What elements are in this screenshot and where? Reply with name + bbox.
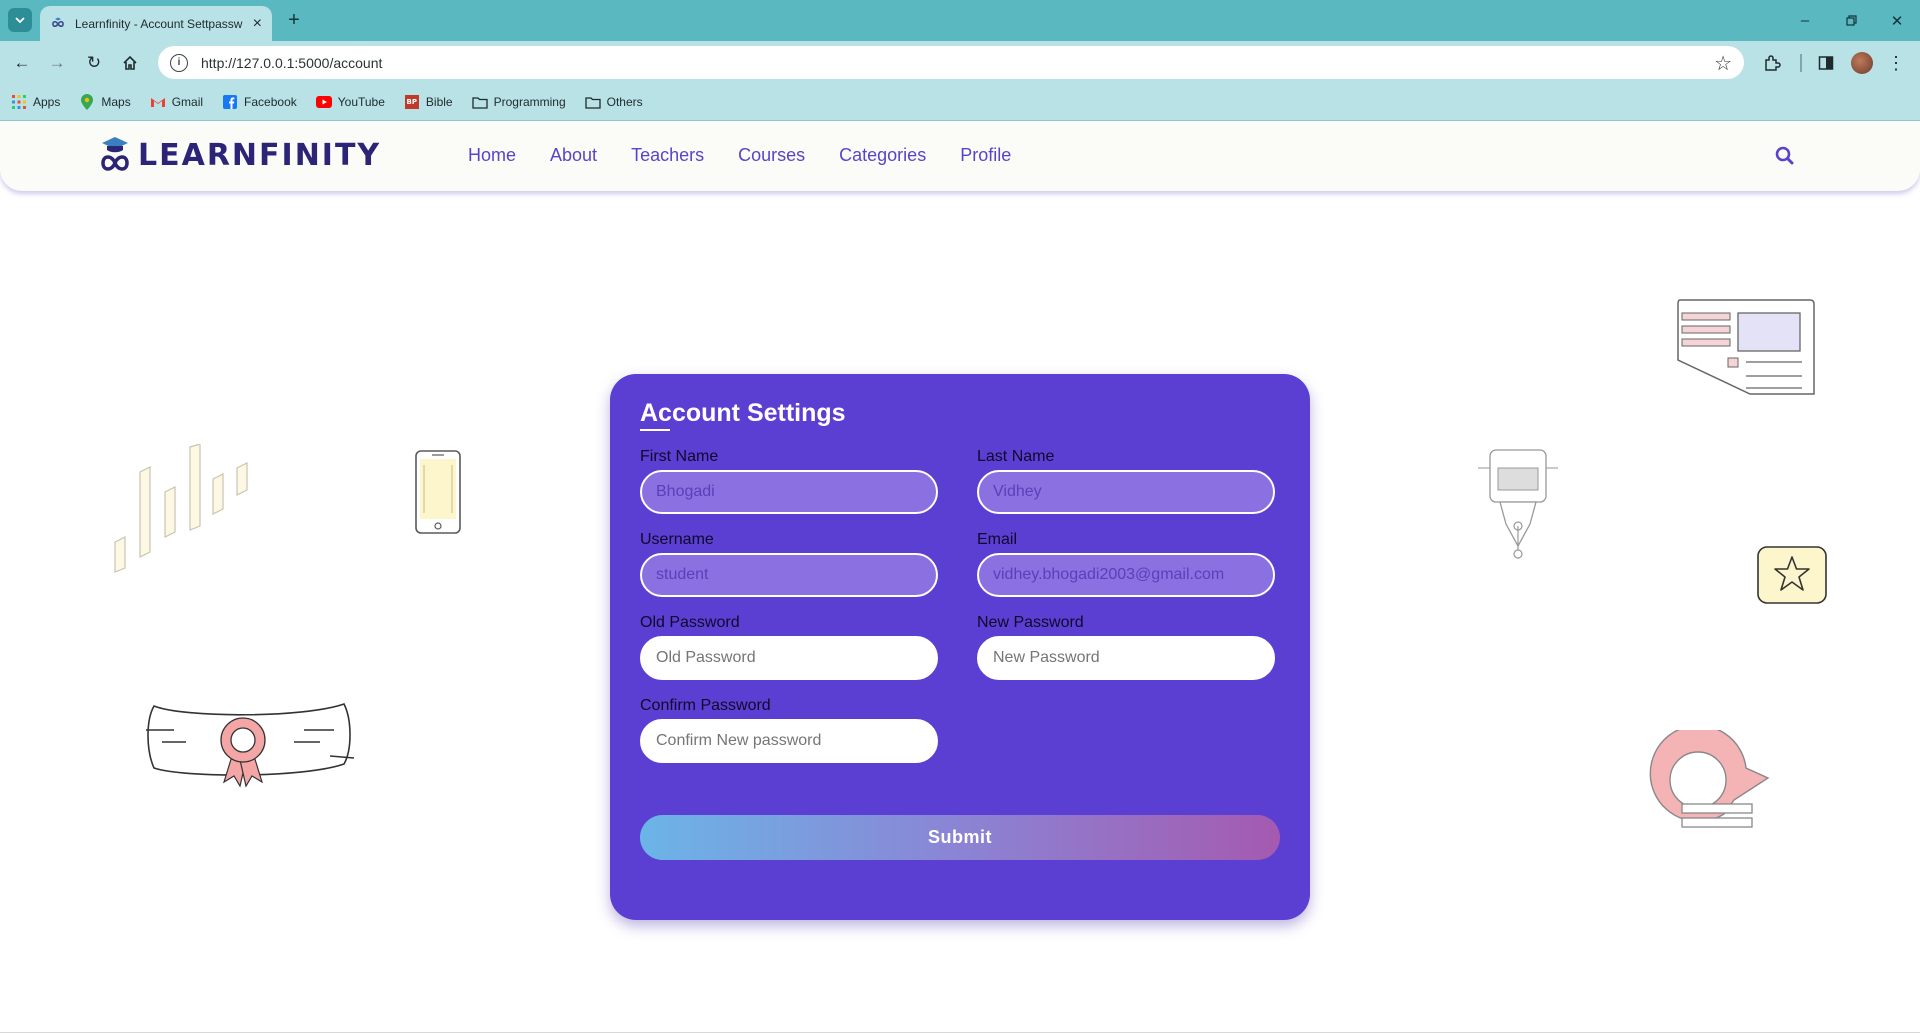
toolbar-divider bbox=[1800, 54, 1802, 72]
old-password-group: Old Password Old Password bbox=[640, 614, 938, 680]
email-field[interactable]: vidhey.bhogadi2003@gmail.com bbox=[977, 553, 1275, 597]
submit-button[interactable]: Submit bbox=[640, 815, 1280, 860]
new-tab-button[interactable]: + bbox=[282, 8, 306, 32]
last-name-field[interactable]: Vidhey bbox=[977, 470, 1275, 514]
first-name-group: First Name Bhogadi bbox=[640, 448, 938, 514]
new-password-group: New Password New Password bbox=[977, 614, 1275, 680]
last-name-group: Last Name Vidhey bbox=[977, 448, 1275, 514]
bookmark-label: Maps bbox=[101, 95, 131, 109]
first-name-field[interactable]: Bhogadi bbox=[640, 470, 938, 514]
maps-pin-icon bbox=[79, 94, 95, 110]
bookmark-label: Programming bbox=[493, 95, 566, 109]
nav-categories[interactable]: Categories bbox=[839, 145, 926, 166]
site-info-icon[interactable]: i bbox=[170, 53, 188, 72]
restore-button[interactable] bbox=[1828, 0, 1874, 41]
first-name-label: First Name bbox=[640, 448, 719, 465]
restore-icon bbox=[1845, 15, 1857, 26]
confirm-password-input[interactable]: Confirm New password bbox=[640, 719, 938, 763]
reload-icon[interactable]: ↻ bbox=[82, 51, 106, 75]
speech-bubble-illustration-icon bbox=[1649, 730, 1770, 828]
tab-title: Learnfinity - Account Settpassw bbox=[75, 16, 243, 31]
diploma-scroll-illustration-icon bbox=[146, 703, 355, 788]
bookmark-gmail[interactable]: Gmail bbox=[150, 94, 203, 110]
bookmark-facebook[interactable]: Facebook bbox=[222, 94, 297, 110]
learnfinity-favicon-icon bbox=[52, 17, 64, 27]
new-password-input[interactable]: New Password bbox=[977, 636, 1275, 680]
username-label: Username bbox=[640, 531, 714, 548]
bookmark-label: Facebook bbox=[244, 95, 297, 109]
search-icon bbox=[1775, 146, 1794, 165]
bookmark-label: Others bbox=[606, 95, 643, 109]
bookmark-star-icon[interactable]: ☆ bbox=[1714, 51, 1732, 76]
svg-text:BP: BP bbox=[406, 98, 416, 106]
profile-photo bbox=[1851, 52, 1873, 74]
fountain-pen-illustration-icon bbox=[1478, 449, 1558, 559]
chevron-down-icon bbox=[15, 17, 25, 24]
logo-text: LEARNFINITY bbox=[138, 137, 382, 173]
confirm-password-group: Confirm Password Confirm New password bbox=[640, 697, 938, 763]
browser-tab-bar: Learnfinity - Account Settpassw × + – ✕ bbox=[0, 0, 1920, 41]
tab-search-button[interactable] bbox=[8, 8, 32, 32]
nav-home[interactable]: Home bbox=[468, 145, 516, 166]
nav-about[interactable]: About bbox=[550, 145, 597, 166]
title-underline bbox=[640, 429, 670, 431]
username-field[interactable]: student bbox=[640, 553, 938, 597]
old-password-label: Old Password bbox=[640, 614, 740, 631]
site-header: LEARNFINITY Home About Teachers Courses … bbox=[0, 121, 1920, 191]
window-controls: – ✕ bbox=[1782, 0, 1920, 41]
bookmark-apps[interactable]: Apps bbox=[11, 94, 60, 110]
bible-icon: BP bbox=[404, 94, 420, 110]
browser-tab-active[interactable]: Learnfinity - Account Settpassw × bbox=[40, 6, 272, 41]
search-button[interactable] bbox=[1772, 143, 1798, 169]
old-password-input[interactable]: Old Password bbox=[640, 636, 938, 680]
folder-icon bbox=[584, 94, 601, 110]
close-window-button[interactable]: ✕ bbox=[1874, 0, 1920, 41]
facebook-icon bbox=[222, 94, 238, 110]
certificate-document-illustration-icon bbox=[1677, 299, 1815, 395]
url-text: http://127.0.0.1:5000/account bbox=[201, 54, 383, 71]
main-nav: Home About Teachers Courses Categories P… bbox=[468, 145, 1045, 166]
bookmark-bible[interactable]: BP Bible bbox=[404, 94, 453, 110]
apps-grid-icon bbox=[11, 94, 27, 110]
account-settings-card: Account Settings First Name Bhogadi Last… bbox=[610, 374, 1310, 920]
smartphone-illustration-icon bbox=[415, 450, 461, 534]
back-arrow-icon[interactable]: ← bbox=[10, 51, 34, 75]
folder-icon bbox=[471, 94, 488, 110]
side-panel-icon[interactable] bbox=[1814, 51, 1838, 75]
bookmark-label: YouTube bbox=[337, 95, 385, 109]
bookmark-label: Apps bbox=[33, 95, 61, 109]
email-label: Email bbox=[977, 531, 1018, 548]
bookmark-label: Bible bbox=[425, 95, 453, 109]
new-password-label: New Password bbox=[977, 614, 1084, 631]
home-icon[interactable] bbox=[118, 51, 142, 75]
username-group: Username student bbox=[640, 531, 938, 597]
bookmark-folder-others[interactable]: Others bbox=[584, 94, 643, 110]
logo-infinity-cap-icon bbox=[101, 137, 129, 171]
email-group: Email vidhey.bhogadi2003@gmail.com bbox=[977, 531, 1275, 597]
page-title: Account Settings bbox=[640, 399, 846, 427]
gmail-icon bbox=[150, 94, 166, 110]
bookmarks-bar: Apps Maps Gmail Facebook YouTube BP Bibl… bbox=[0, 84, 1920, 121]
star-badge-illustration-icon bbox=[1757, 546, 1827, 604]
youtube-icon bbox=[315, 94, 332, 110]
bookmark-folder-programming[interactable]: Programming bbox=[471, 94, 566, 110]
nav-profile[interactable]: Profile bbox=[960, 145, 1011, 166]
address-bar[interactable]: i http://127.0.0.1:5000/account ☆ bbox=[158, 46, 1744, 79]
minimize-button[interactable]: – bbox=[1782, 0, 1828, 41]
last-name-label: Last Name bbox=[977, 448, 1055, 465]
site-logo[interactable]: LEARNFINITY bbox=[98, 133, 381, 177]
tab-close-icon[interactable]: × bbox=[253, 15, 262, 32]
forward-arrow-icon[interactable]: → bbox=[45, 51, 69, 75]
bookmark-label: Gmail bbox=[171, 95, 204, 109]
nav-teachers[interactable]: Teachers bbox=[631, 145, 704, 166]
nav-courses[interactable]: Courses bbox=[738, 145, 805, 166]
extensions-puzzle-icon[interactable] bbox=[1760, 51, 1784, 75]
profile-avatar[interactable] bbox=[1850, 51, 1874, 75]
bookmark-maps[interactable]: Maps bbox=[79, 94, 131, 110]
more-menu-icon[interactable]: ⋮ bbox=[1886, 51, 1906, 75]
confirm-password-label: Confirm Password bbox=[640, 697, 771, 714]
bookmark-youtube[interactable]: YouTube bbox=[315, 94, 385, 110]
bar-chart-illustration-icon bbox=[114, 444, 248, 573]
browser-toolbar: ← → ↻ i http://127.0.0.1:5000/account ☆ … bbox=[0, 41, 1920, 84]
